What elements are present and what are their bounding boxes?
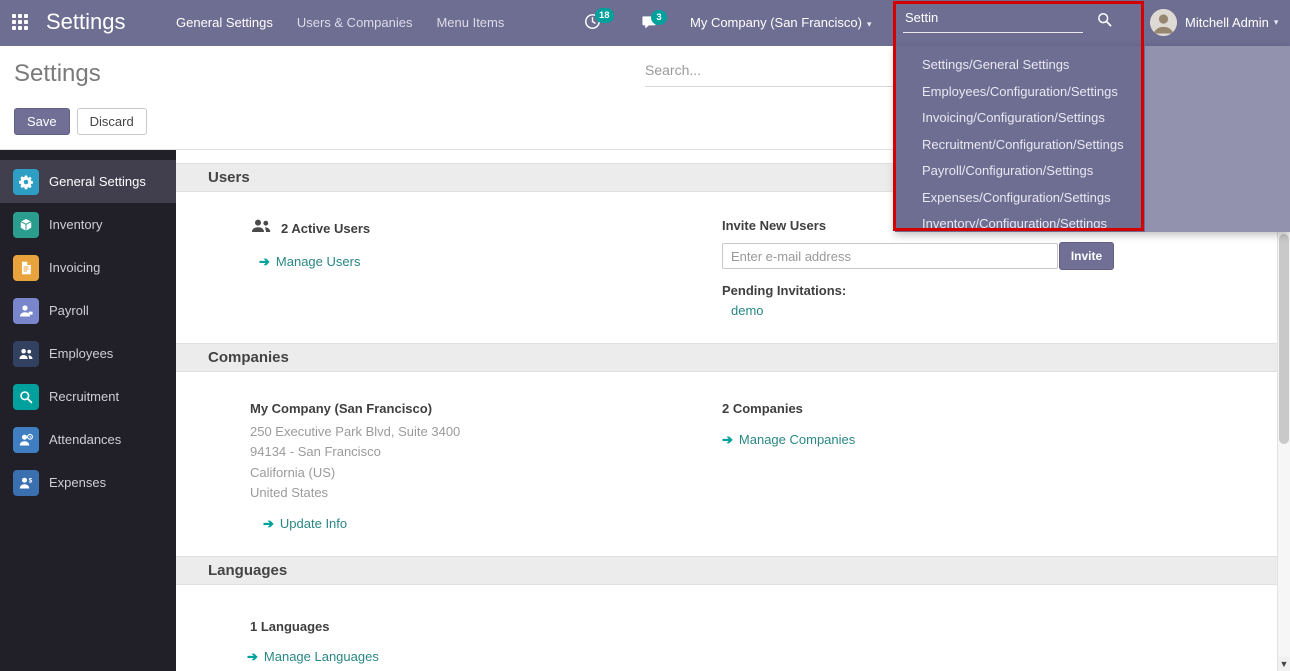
- recruitment-magnifier-icon: [13, 384, 39, 410]
- caret-down-icon: ▾: [1274, 17, 1279, 28]
- sidebar-item-general-settings[interactable]: General Settings: [0, 160, 176, 203]
- general-settings-gear-icon: [13, 169, 39, 195]
- sidebar-item-label: Employees: [49, 346, 113, 361]
- attendances-person-clock-icon: [13, 427, 39, 453]
- messages-badge: 3: [651, 10, 667, 25]
- user-name: Mitchell Admin: [1185, 15, 1269, 30]
- link-arrow-icon: ➔: [247, 649, 258, 664]
- payroll-person-icon: [13, 298, 39, 324]
- inventory-box-icon: [13, 212, 39, 238]
- sidebar-item-label: Payroll: [49, 303, 89, 318]
- sidebar-item-label: Recruitment: [49, 389, 119, 404]
- invite-email-field[interactable]: [722, 243, 1058, 269]
- discard-button[interactable]: Discard: [77, 108, 147, 135]
- navbar-menu: General Settings Users & Companies Menu …: [176, 15, 504, 30]
- activity-badge: 18: [595, 8, 614, 23]
- content-search: [645, 58, 895, 87]
- dropdown-panel-overlay: [1145, 46, 1290, 232]
- pending-user-link[interactable]: demo: [731, 303, 1114, 318]
- active-users-count: 2 Active Users: [281, 221, 370, 236]
- invite-button[interactable]: Invite: [1059, 242, 1114, 270]
- languages-count: 1 Languages: [250, 619, 1277, 634]
- sidebar-item-recruitment[interactable]: Recruitment: [0, 375, 176, 418]
- company-switcher[interactable]: My Company (San Francisco) ▾: [690, 15, 871, 30]
- update-info-link[interactable]: ➔Update Info: [263, 516, 1277, 532]
- content-search-input[interactable]: [645, 58, 895, 87]
- menu-search-dropdown: Settings/General Settings Employees/Conf…: [895, 46, 1290, 232]
- svg-text:$: $: [29, 477, 33, 484]
- save-button[interactable]: Save: [14, 108, 70, 135]
- manage-companies-link[interactable]: ➔Manage Companies: [722, 432, 855, 448]
- manage-languages-link[interactable]: ➔Manage Languages: [247, 649, 1277, 665]
- sidebar-item-label: Inventory: [49, 217, 102, 232]
- section-header-companies: Companies: [176, 343, 1277, 372]
- search-icon[interactable]: [1097, 12, 1112, 32]
- link-arrow-icon: ➔: [722, 432, 733, 447]
- invoicing-document-icon: [13, 255, 39, 281]
- link-arrow-icon: ➔: [263, 516, 274, 531]
- menu-users-companies[interactable]: Users & Companies: [297, 15, 413, 30]
- scroll-down-icon[interactable]: ▼: [1278, 657, 1290, 671]
- app-title[interactable]: Settings: [46, 9, 126, 35]
- sidebar-item-expenses[interactable]: $ Expenses: [0, 461, 176, 504]
- sidebar-item-payroll[interactable]: Payroll: [0, 289, 176, 332]
- page-title: Settings: [14, 60, 101, 88]
- messages-chat-icon[interactable]: 3: [640, 15, 674, 43]
- expenses-person-dollar-icon: $: [13, 470, 39, 496]
- pending-invitations-label: Pending Invitations:: [722, 283, 1114, 298]
- activity-clock-icon[interactable]: 18: [584, 13, 618, 41]
- user-avatar: [1150, 9, 1177, 36]
- sidebar-item-inventory[interactable]: Inventory: [0, 203, 176, 246]
- settings-sidebar: General Settings Inventory Invoicing Pay…: [0, 150, 176, 671]
- sidebar-item-label: Attendances: [49, 432, 121, 447]
- companies-right-panel: 2 Companies ➔Manage Companies: [722, 401, 855, 448]
- link-arrow-icon: ➔: [259, 254, 270, 269]
- scrollbar-thumb[interactable]: [1279, 234, 1289, 444]
- section-languages: 1 Languages ➔Manage Languages: [176, 585, 1277, 665]
- section-companies: My Company (San Francisco) 250 Executive…: [176, 372, 1277, 556]
- sidebar-item-label: Invoicing: [49, 260, 100, 275]
- sidebar-item-label: General Settings: [49, 174, 146, 189]
- company-switcher-label: My Company (San Francisco): [690, 15, 862, 30]
- sidebar-item-employees[interactable]: Employees: [0, 332, 176, 375]
- sidebar-item-attendances[interactable]: Attendances: [0, 418, 176, 461]
- employees-people-icon: [13, 341, 39, 367]
- sidebar-item-invoicing[interactable]: Invoicing: [0, 246, 176, 289]
- address-line: United States: [250, 483, 1277, 503]
- navbar-search-input[interactable]: [903, 6, 1083, 33]
- menu-menu-items[interactable]: Menu Items: [436, 15, 504, 30]
- navbar-search: [903, 6, 1115, 33]
- section-header-languages: Languages: [176, 556, 1277, 585]
- sidebar-item-label: Expenses: [49, 475, 106, 490]
- address-line: California (US): [250, 463, 1277, 483]
- menu-general-settings[interactable]: General Settings: [176, 15, 273, 30]
- control-panel-buttons: Save Discard: [14, 108, 147, 135]
- users-group-icon: [250, 218, 272, 239]
- companies-count: 2 Companies: [722, 401, 855, 416]
- apps-grid-icon[interactable]: [12, 14, 30, 32]
- user-menu[interactable]: Mitchell Admin ▾: [1150, 9, 1278, 36]
- caret-down-icon: ▾: [867, 19, 872, 29]
